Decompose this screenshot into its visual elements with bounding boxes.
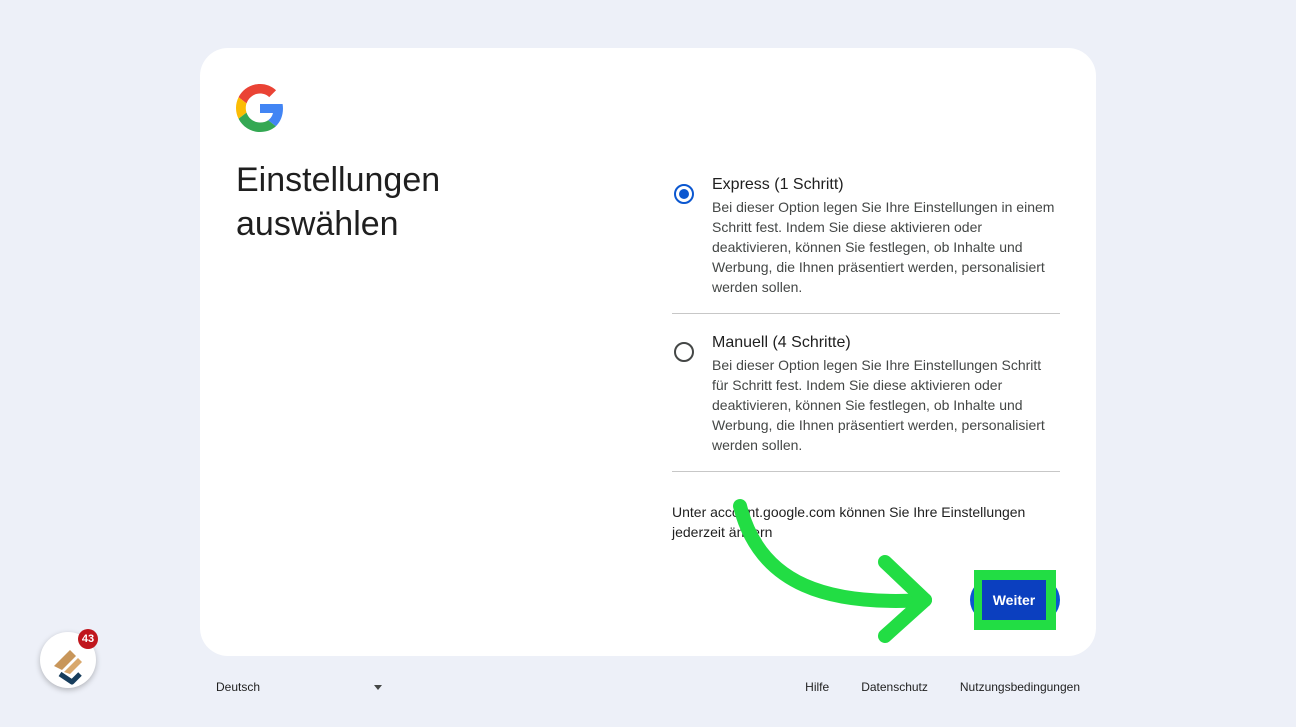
- chevron-down-icon: [374, 685, 382, 690]
- language-select-value: Deutsch: [216, 680, 261, 694]
- next-button[interactable]: Weiter: [982, 580, 1046, 620]
- option-express-title: Express (1 Schritt): [712, 176, 844, 193]
- footer: Deutsch Hilfe Datenschutz Nutzungsbeding…: [216, 680, 1080, 700]
- option-manual-title: Manuell (4 Schritte): [712, 334, 851, 351]
- page-title: Einstellungen auswählen: [236, 161, 441, 243]
- radio-manual[interactable]: [674, 342, 694, 362]
- footer-links: Hilfe Datenschutz Nutzungsbedingungen: [805, 680, 1080, 694]
- option-express-description: Bei dieser Option legen Sie Ihre Einstel…: [712, 199, 1055, 295]
- options-list: Express (1 Schritt) Bei dieser Option le…: [672, 168, 1060, 472]
- account-settings-note: Unter account.google.com können Sie Ihre…: [672, 504, 1026, 540]
- option-manual-description: Bei dieser Option legen Sie Ihre Einstel…: [712, 357, 1045, 453]
- notification-count-badge: 43: [78, 629, 98, 649]
- terms-link[interactable]: Nutzungsbedingungen: [960, 680, 1080, 694]
- help-link[interactable]: Hilfe: [805, 680, 829, 694]
- language-select[interactable]: Deutsch: [216, 680, 384, 694]
- settings-card: Einstellungen auswählen Express (1 Schri…: [200, 48, 1096, 656]
- page: Einstellungen auswählen Express (1 Schri…: [0, 0, 1296, 727]
- option-express[interactable]: Express (1 Schritt) Bei dieser Option le…: [672, 168, 1060, 314]
- radio-express[interactable]: [674, 184, 694, 204]
- google-logo-icon: [236, 84, 283, 132]
- option-manual[interactable]: Manuell (4 Schritte) Bei dieser Option l…: [672, 314, 1060, 472]
- privacy-link[interactable]: Datenschutz: [861, 680, 928, 694]
